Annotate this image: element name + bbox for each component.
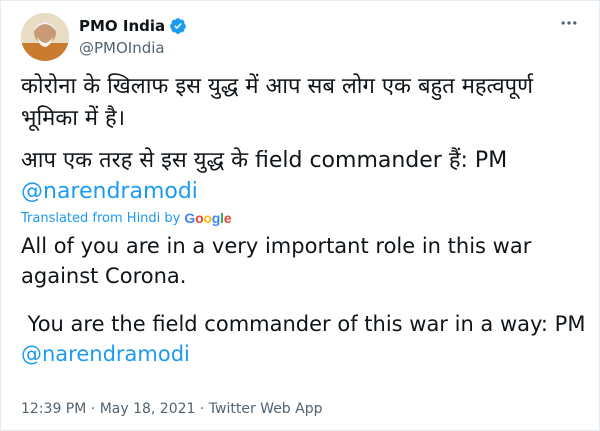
- english-text-line-3: You are the field commander of this war …: [21, 312, 586, 336]
- tweet-body: कोरोना के खिलाफ इस युद्ध में आप सब लोग ए…: [21, 71, 586, 369]
- meta-separator: ·: [199, 401, 205, 417]
- author-handle[interactable]: @PMOIndia: [79, 39, 187, 57]
- more-icon: [561, 21, 577, 25]
- tweet-source[interactable]: Twitter Web App: [209, 401, 323, 417]
- author-block: PMO India @PMOIndia: [79, 15, 187, 57]
- tweet-time[interactable]: 12:39 PM: [21, 401, 86, 417]
- avatar-image: [21, 13, 69, 61]
- english-text-line-1: All of you are in a very important role …: [21, 234, 532, 258]
- author-name[interactable]: PMO India: [79, 17, 165, 35]
- tweet-metadata: 12:39 PM · May 18, 2021 · Twitter Web Ap…: [21, 401, 323, 417]
- meta-separator: ·: [90, 401, 96, 417]
- more-options-button[interactable]: [557, 11, 581, 35]
- tweet-card: PMO India @PMOIndia कोरोना के खिलाफ इस य…: [0, 0, 600, 431]
- avatar[interactable]: [21, 13, 69, 61]
- hindi-text-line-1: कोरोना के खिलाफ इस युद्ध में आप सब लोग ए…: [21, 74, 534, 99]
- tweet-date[interactable]: May 18, 2021: [100, 401, 196, 417]
- google-logo: Google: [184, 210, 232, 226]
- english-text-line-2: against Corona.: [21, 264, 187, 288]
- english-mention-link[interactable]: @narendramodi: [21, 339, 581, 369]
- hindi-mention-link[interactable]: @narendramodi: [21, 177, 581, 207]
- translated-from-label[interactable]: Translated from Hindi by: [21, 211, 180, 226]
- verified-badge-icon: [169, 17, 187, 35]
- author-name-row: PMO India: [79, 15, 187, 37]
- translation-attribution: Translated from Hindi by Google: [21, 209, 581, 227]
- hindi-text-line-3: आप एक तरह से इस युद्ध के field commander…: [21, 148, 508, 173]
- hindi-text-line-2: भूमिका में है।: [21, 106, 126, 131]
